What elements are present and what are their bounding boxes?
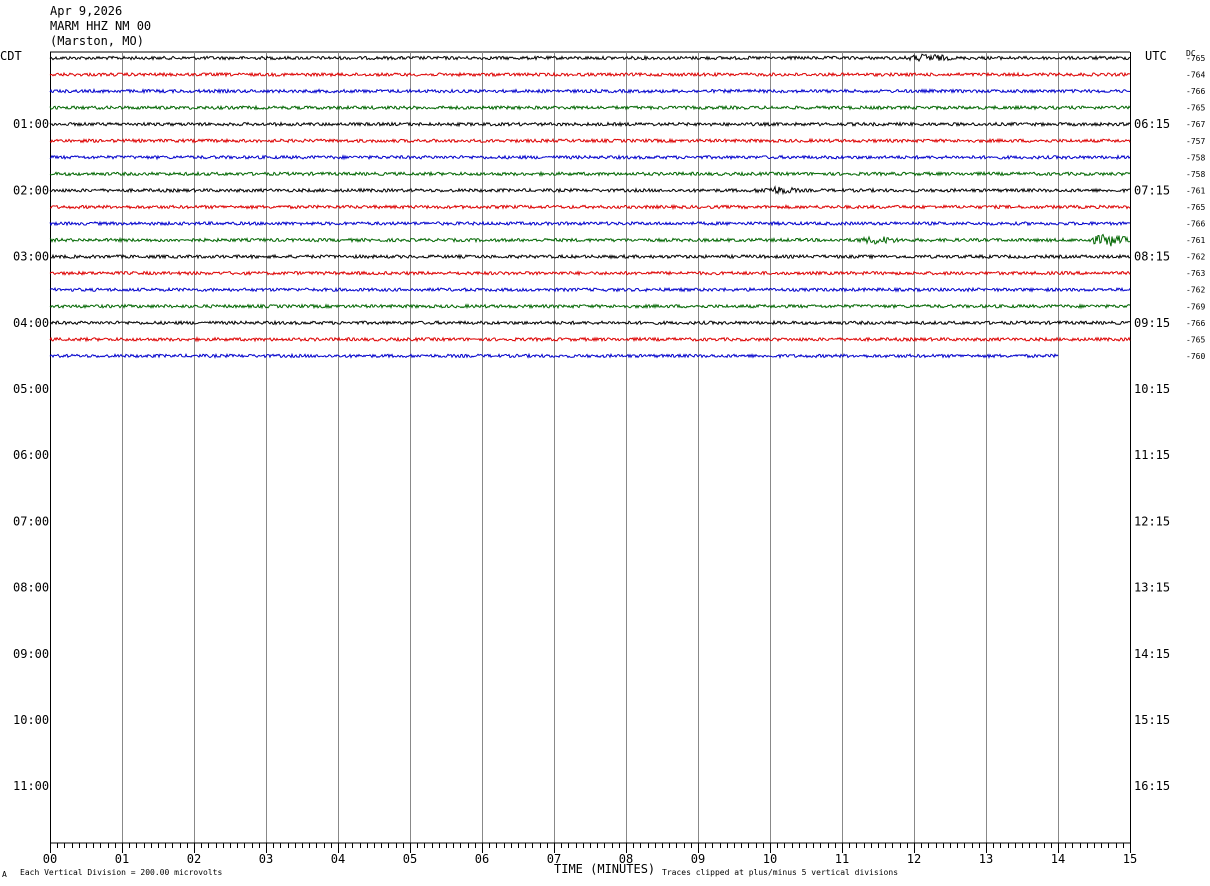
- x-tick-label: 04: [331, 852, 345, 866]
- clip-note: Traces clipped at plus/minus 5 vertical …: [662, 868, 898, 877]
- seismic-trace: [49, 71, 1131, 78]
- cdt-hour-label: 01:00: [13, 117, 49, 131]
- x-tick-label: 00: [43, 852, 57, 866]
- seismic-trace: [49, 88, 1131, 95]
- seismic-trace: [49, 104, 1131, 111]
- dc-offset-label: -765: [1186, 335, 1205, 344]
- dc-offset-label: -757: [1186, 137, 1205, 146]
- utc-hour-label: 08:15: [1134, 250, 1170, 264]
- utc-hour-label: 07:15: [1134, 183, 1170, 197]
- cdt-hour-label: 09:00: [13, 647, 49, 661]
- cdt-hour-label: 02:00: [13, 183, 49, 197]
- x-tick-label: 10: [763, 852, 777, 866]
- x-tick-label: 11: [835, 852, 849, 866]
- seismic-trace: [49, 303, 1131, 310]
- dc-offset-label: -761: [1186, 236, 1205, 245]
- seismic-trace: [49, 319, 1131, 326]
- seismic-trace: [49, 154, 1131, 161]
- dc-offset-label: -760: [1186, 352, 1205, 361]
- header-date: Apr 9,2026: [50, 4, 122, 18]
- scale-note: Each Vertical Division = 200.00 microvol…: [20, 868, 222, 877]
- x-tick-label: 09: [691, 852, 705, 866]
- utc-hour-label: 06:15: [1134, 117, 1170, 131]
- seismic-trace: [49, 220, 1131, 227]
- dc-offset-label: -762: [1186, 253, 1205, 262]
- dc-offset-label: -766: [1186, 319, 1205, 328]
- x-tick-label: 13: [979, 852, 993, 866]
- cdt-hour-label: 04:00: [13, 316, 49, 330]
- utc-hour-label: 11:15: [1134, 448, 1170, 462]
- helicorder-chart: Apr 9,2026 MARM HHZ NM 00 (Marston, MO) …: [0, 4, 1205, 879]
- seismic-trace: [49, 170, 1131, 177]
- utc-hour-label: 13:15: [1134, 581, 1170, 595]
- seismic-trace: [49, 121, 1131, 128]
- dc-offset-label: -763: [1186, 269, 1205, 278]
- seismic-trace: [49, 270, 1131, 277]
- dc-offset-labels: -765 -764 -766 -765 -767 -757 -758 -758 -761 -765…: [1186, 54, 1205, 361]
- cdt-hour-label: 11:00: [13, 779, 49, 793]
- dc-offset-label: -765: [1186, 203, 1205, 212]
- x-tick-label: 12: [907, 852, 921, 866]
- x-tick-label: 01: [115, 852, 129, 866]
- x-tick-label: 02: [187, 852, 201, 866]
- seismic-traces: [49, 53, 1131, 360]
- dc-offset-label: -758: [1186, 170, 1205, 179]
- seismic-trace: [49, 286, 1131, 293]
- dc-offset-label: -758: [1186, 153, 1205, 162]
- hour-labels: 01:00 02:00 03:00 04:00 05:00 06:00 07:00 08:00…: [13, 117, 1170, 793]
- dc-offset-label: -767: [1186, 120, 1205, 129]
- utc-hour-label: 16:15: [1134, 779, 1170, 793]
- dc-offset-label: -764: [1186, 71, 1205, 80]
- cdt-hour-label: 06:00: [13, 448, 49, 462]
- header-location: (Marston, MO): [50, 34, 144, 48]
- dc-offset-label: -769: [1186, 302, 1205, 311]
- x-axis-title: TIME (MINUTES): [554, 862, 655, 876]
- utc-hour-label: 14:15: [1134, 647, 1170, 661]
- cdt-hour-label: 03:00: [13, 250, 49, 264]
- corner-mark: A: [2, 870, 7, 879]
- x-tick-label: 15: [1123, 852, 1137, 866]
- cdt-hour-label: 08:00: [13, 581, 49, 595]
- seismic-trace: [49, 233, 1131, 247]
- utc-hour-label: 12:15: [1134, 514, 1170, 528]
- x-tick-label: 03: [259, 852, 273, 866]
- seismic-trace: [49, 53, 1131, 63]
- cdt-hour-label: 07:00: [13, 514, 49, 528]
- utc-hour-label: 15:15: [1134, 713, 1170, 727]
- x-tick-label: 06: [475, 852, 489, 866]
- dc-offset-label: -762: [1186, 286, 1205, 295]
- dc-offset-label: -765: [1186, 54, 1205, 63]
- seismic-trace: [49, 185, 1130, 196]
- dc-offset-label: -766: [1186, 87, 1205, 96]
- seismic-trace: [50, 253, 1131, 260]
- x-tick-label: 14: [1051, 852, 1065, 866]
- utc-hour-label: 10:15: [1134, 382, 1170, 396]
- gridlines: [50, 51, 1131, 843]
- right-axis-title: UTC: [1145, 49, 1167, 63]
- cdt-hour-label: 05:00: [13, 382, 49, 396]
- left-axis-title: CDT: [0, 49, 22, 63]
- dc-offset-label: -765: [1186, 104, 1205, 113]
- dc-offset-label: -761: [1186, 186, 1205, 195]
- seismic-trace: [49, 203, 1131, 211]
- seismic-trace: [49, 336, 1131, 343]
- x-tick-label: 05: [403, 852, 417, 866]
- seismic-trace: [49, 137, 1131, 144]
- header-station: MARM HHZ NM 00: [50, 19, 151, 33]
- utc-hour-label: 09:15: [1134, 316, 1170, 330]
- cdt-hour-label: 10:00: [13, 713, 49, 727]
- dc-offset-label: -766: [1186, 220, 1205, 229]
